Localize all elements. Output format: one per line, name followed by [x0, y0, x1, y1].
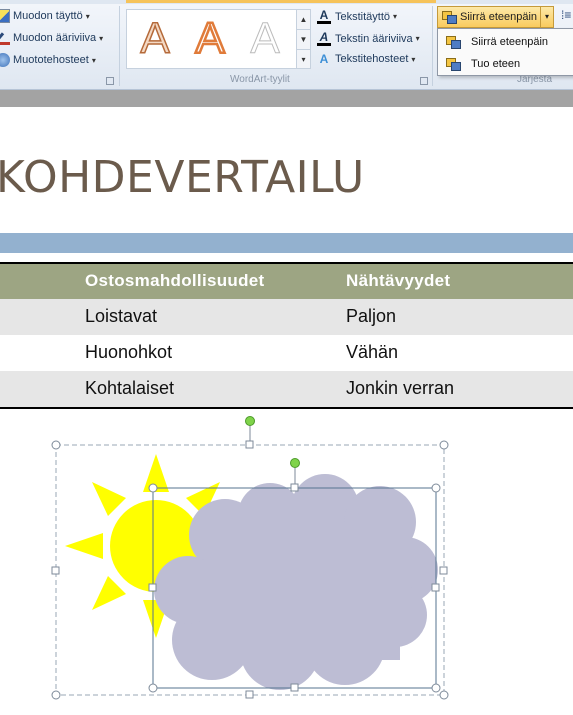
chevron-down-icon[interactable]: ▾: [540, 7, 553, 27]
align-icon[interactable]: ⁞≡: [561, 8, 573, 24]
slide-title[interactable]: KOHDEVERTAILU: [0, 152, 365, 212]
bring-forward-label: Siirrä eteenpäin: [460, 11, 538, 23]
chevron-down-icon: ▾: [99, 33, 104, 43]
bring-forward-icon: [446, 36, 461, 49]
table-bottom-border: [0, 407, 573, 409]
table-cell: Jonkin verran: [346, 378, 455, 398]
bring-forward-menu: Siirrä eteenpäin Tuo eteen: [437, 28, 573, 76]
table-row: Huonohkot Vähän: [0, 335, 573, 371]
chevron-down-icon: ▾: [393, 12, 398, 21]
column-header: Ostosmahdollisuudet: [85, 271, 265, 290]
chevron-down-icon: ▾: [85, 11, 90, 21]
chevron-down-icon: ▾: [411, 54, 416, 64]
table-cell: Huonohkot: [85, 342, 173, 362]
chevron-down-icon: ▾: [91, 55, 96, 65]
table-row: Kohtalaiset Jonkin verran: [0, 371, 573, 407]
wordart-dialog-launcher[interactable]: [420, 77, 428, 85]
text-outline-button[interactable]: A Tekstin ääriviiva ▾: [317, 31, 420, 46]
text-effects-label: Tekstitehosteet: [335, 53, 409, 65]
column-header: Nähtävyydet: [346, 271, 451, 290]
bring-forward-split-button[interactable]: Siirrä eteenpäin ▾: [437, 6, 554, 28]
shape-outline-button[interactable]: Muodon ääriviiva ▾: [0, 31, 103, 45]
rotate-handle-icon[interactable]: [245, 416, 255, 426]
text-outline-label: Tekstin ääriviiva: [335, 32, 413, 45]
table-cell: Kohtalaiset: [85, 378, 175, 398]
text-fill-label: Tekstitäyttö: [335, 10, 391, 23]
shape-styles-dialog-launcher[interactable]: [106, 77, 114, 85]
menu-item-bring-to-front[interactable]: Tuo eteen: [438, 53, 573, 75]
table-cell: Paljon: [346, 306, 397, 326]
pen-icon: [0, 31, 10, 45]
table-cell: Vähän: [346, 342, 399, 362]
table-header-row: Ostosmahdollisuudet Nähtävyydet: [0, 264, 573, 299]
wordart-group-label: WordArt-tyylit: [230, 74, 290, 85]
wordart-style-1[interactable]: A: [130, 13, 180, 65]
active-tab-edge: [126, 0, 436, 3]
wordart-gallery-scroll: ▲ ▼ ▾: [297, 9, 311, 69]
shape-fill-button[interactable]: Muodon täyttö ▾: [0, 9, 90, 23]
title-accent-bar: [0, 233, 573, 253]
text-fill-icon: A: [317, 9, 331, 24]
gallery-down-icon[interactable]: ▼: [297, 30, 310, 50]
shape-effects-icon: [0, 53, 10, 67]
paint-bucket-icon: [0, 9, 10, 23]
menu-item-label: Siirrä eteenpäin: [471, 36, 549, 48]
bring-forward-icon: [442, 11, 457, 24]
table-row: Loistavat Paljon: [0, 299, 573, 335]
rotate-handle-icon[interactable]: [290, 458, 300, 468]
group-separator: [432, 6, 433, 86]
shape-fill-label: Muodon täyttö: [13, 10, 83, 22]
wordart-style-2[interactable]: A: [185, 13, 235, 65]
text-effects-button[interactable]: A Tekstitehosteet ▾: [317, 52, 416, 66]
table-cell: Loistavat: [85, 306, 158, 326]
shape-effects-label: Muototehosteet: [13, 54, 89, 66]
sun-ray: [92, 482, 126, 516]
slide-shapes: [51, 416, 449, 700]
shape-outline-label: Muodon ääriviiva: [13, 32, 97, 44]
ribbon: Muodon täyttö ▾ Muodon ääriviiva ▾ Muoto…: [0, 0, 573, 90]
gallery-more-icon[interactable]: ▾: [297, 50, 310, 70]
text-outline-icon: A: [317, 31, 331, 46]
wordart-style-3[interactable]: A: [240, 13, 290, 65]
wordart-gallery: A A A: [126, 9, 297, 69]
bring-to-front-icon: [446, 58, 461, 71]
ruler-band: [0, 90, 573, 107]
gallery-up-icon[interactable]: ▲: [297, 10, 310, 30]
menu-item-label: Tuo eteen: [471, 58, 521, 70]
sun-ray: [92, 576, 126, 610]
ribbon-top-edge: [0, 0, 573, 4]
shape-effects-button[interactable]: Muototehosteet ▾: [0, 53, 96, 67]
menu-item-bring-forward[interactable]: Siirrä eteenpäin: [438, 31, 573, 53]
chevron-down-icon: ▾: [415, 34, 420, 43]
comparison-table[interactable]: Ostosmahdollisuudet Nähtävyydet Loistava…: [0, 262, 573, 409]
group-separator: [119, 6, 120, 86]
sun-ray: [65, 533, 103, 559]
text-effects-icon: A: [319, 52, 329, 66]
text-fill-button[interactable]: A Tekstitäyttö ▾: [317, 9, 397, 24]
